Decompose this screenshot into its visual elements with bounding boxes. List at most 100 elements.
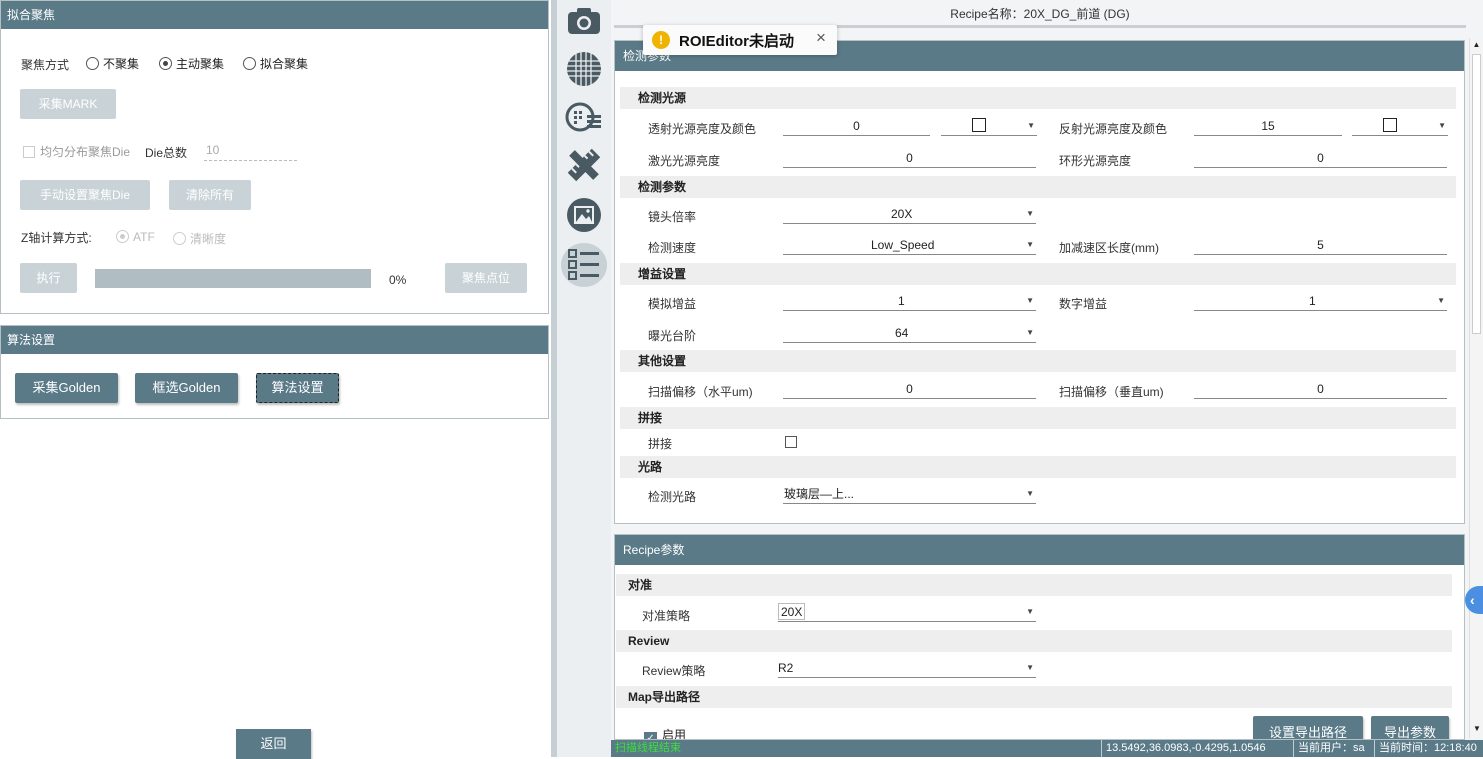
- reflect-input[interactable]: 15: [1194, 116, 1342, 136]
- wafer-grid-icon[interactable]: [565, 50, 603, 88]
- wafer-list-icon[interactable]: [565, 98, 603, 136]
- algo-settings-button[interactable]: 算法设置: [256, 373, 339, 403]
- stitch-checkbox[interactable]: [785, 436, 797, 448]
- checkbox-checked-icon: ✓: [644, 732, 657, 739]
- image-frame-icon[interactable]: [565, 196, 603, 234]
- camera-icon[interactable]: [565, 2, 603, 40]
- dropdown-arrow-icon: ▼: [1026, 663, 1034, 672]
- review-label: Review策略: [642, 664, 706, 678]
- reflect-label: 反射光源亮度及颜色: [1059, 122, 1168, 136]
- scrollbar[interactable]: ▲ ▼: [1469, 38, 1483, 738]
- enable-checkbox[interactable]: ✓ 启用: [644, 726, 686, 739]
- collect-golden-button[interactable]: 采集Golden: [15, 373, 118, 403]
- lens-select[interactable]: 20X ▼: [783, 204, 1036, 224]
- reflect-color-select[interactable]: ▼: [1352, 116, 1448, 136]
- clear-all-button[interactable]: 清除所有: [169, 180, 251, 210]
- dropdown-arrow-icon: ▼: [1026, 328, 1034, 337]
- review-select[interactable]: R2 ▼: [778, 658, 1036, 678]
- scan-v-input[interactable]: 0: [1194, 379, 1447, 399]
- scan-h-input[interactable]: 0: [783, 379, 1036, 399]
- dropdown-arrow-icon: ▼: [1026, 607, 1034, 616]
- ring-input[interactable]: 0: [1194, 148, 1447, 168]
- speed-select[interactable]: Low_Speed ▼: [783, 235, 1036, 255]
- radio-icon: [173, 232, 186, 245]
- other-section: 其他设置: [620, 350, 1456, 372]
- digital-select[interactable]: 1 ▼: [1194, 291, 1447, 311]
- scan-v-label: 扫描偏移（垂直um): [1059, 385, 1164, 399]
- light-section: 检测光源: [620, 87, 1456, 109]
- dropdown-arrow-icon: ▼: [1026, 240, 1034, 249]
- stitch-section: 拼接: [620, 407, 1456, 429]
- align-select[interactable]: 20X ▼: [778, 602, 1036, 622]
- ruler-icon[interactable]: [565, 146, 603, 184]
- lens-label: 镜头倍率: [648, 210, 697, 224]
- focus-mode-none[interactable]: 不聚集: [86, 55, 139, 72]
- trans-color-select[interactable]: ▼: [941, 116, 1037, 136]
- dropdown-arrow-icon: ▼: [1437, 296, 1445, 305]
- radio-selected-icon: [159, 57, 172, 70]
- status-bar: 扫描线程结束 13.5492,36.0983,-0.4295,1.0546 当前…: [611, 740, 1483, 757]
- scroll-up-icon[interactable]: ▲: [1470, 38, 1483, 52]
- dropdown-arrow-icon: ▼: [1026, 209, 1034, 218]
- radio-selected-icon: [116, 230, 129, 243]
- exposure-select[interactable]: 64 ▼: [783, 323, 1036, 343]
- map-section: Map导出路径: [616, 686, 1452, 708]
- radio-icon: [86, 57, 99, 70]
- algo-panel: 算法设置 采集Golden 框选Golden 算法设置: [0, 325, 549, 419]
- optical-section: 光路: [620, 456, 1456, 478]
- scroll-down-icon[interactable]: ▼: [1470, 722, 1483, 736]
- ring-label: 环形光源亮度: [1059, 154, 1132, 168]
- uniform-die-checkbox[interactable]: 均匀分布聚焦Die: [23, 143, 130, 160]
- focus-point-button[interactable]: 聚焦点位: [445, 263, 527, 293]
- die-total-label: Die总数: [145, 146, 188, 160]
- optical-label: 检测光路: [648, 490, 697, 504]
- coords-readout: 13.5492,36.0983,-0.4295,1.0546: [1101, 740, 1266, 757]
- roi-notification: ! ROIEditor未启动 ×: [643, 25, 837, 55]
- manual-die-button[interactable]: 手动设置聚焦Die: [20, 180, 150, 210]
- dropdown-arrow-icon: ▼: [1438, 121, 1446, 130]
- focus-panel: 拟合聚焦 聚焦方式 不聚集 主动聚集 拟合聚集 采集MARK 均匀分布聚焦Die…: [0, 0, 549, 314]
- review-section: Review: [616, 630, 1452, 652]
- progress-text: 0%: [389, 273, 407, 287]
- accel-label: 加减速区长度(mm): [1059, 241, 1159, 255]
- z-axis-label: Z轴计算方式:: [21, 231, 92, 245]
- laser-input[interactable]: 0: [783, 148, 1036, 168]
- dropdown-arrow-icon: ▼: [1027, 121, 1035, 130]
- progress-bar: [95, 269, 371, 288]
- z-mode-sharpness[interactable]: 清晰度: [173, 230, 226, 247]
- scroll-thumb[interactable]: [1472, 54, 1481, 334]
- die-total-input[interactable]: 10: [204, 141, 297, 161]
- accel-input[interactable]: 5: [1194, 235, 1447, 255]
- dropdown-arrow-icon: ▼: [1026, 489, 1034, 498]
- focus-mode-fit[interactable]: 拟合聚集: [243, 55, 308, 72]
- checklist-icon[interactable]: [561, 243, 607, 287]
- select-golden-button[interactable]: 框选Golden: [135, 373, 238, 403]
- z-mode-atf[interactable]: ATF: [116, 230, 155, 244]
- trans-label: 透射光源亮度及颜色: [648, 122, 757, 136]
- collect-mark-button[interactable]: 采集MARK: [20, 89, 116, 119]
- radio-icon: [243, 57, 256, 70]
- current-user: 当前用户：sa: [1293, 740, 1365, 757]
- color-swatch: [972, 118, 986, 132]
- digital-label: 数字增益: [1059, 297, 1108, 311]
- current-time: 当前时间：12:18:40: [1374, 740, 1477, 757]
- analog-select[interactable]: 1 ▼: [783, 291, 1036, 311]
- analog-label: 模拟增益: [648, 297, 697, 311]
- align-section: 对准: [616, 574, 1452, 596]
- notification-text: ROIEditor未启动: [679, 33, 794, 50]
- set-path-button[interactable]: 设置导出路径: [1253, 716, 1363, 739]
- execute-button[interactable]: 执行: [20, 263, 77, 293]
- dropdown-arrow-icon: ▼: [1026, 296, 1034, 305]
- status-text: 扫描线程结束: [615, 742, 681, 754]
- trans-input[interactable]: 0: [783, 116, 930, 136]
- warning-icon: !: [652, 31, 670, 49]
- back-button[interactable]: 返回: [236, 729, 311, 759]
- laser-label: 激光光源亮度: [648, 154, 721, 168]
- export-params-button[interactable]: 导出参数: [1371, 716, 1449, 739]
- focus-panel-title: 拟合聚焦: [1, 1, 548, 29]
- close-icon[interactable]: ×: [816, 28, 826, 48]
- optical-select[interactable]: 玻璃层—上... ▼: [783, 484, 1036, 504]
- color-swatch: [1383, 118, 1397, 132]
- focus-mode-active[interactable]: 主动聚集: [159, 55, 224, 72]
- focus-mode-label: 聚焦方式: [21, 58, 70, 72]
